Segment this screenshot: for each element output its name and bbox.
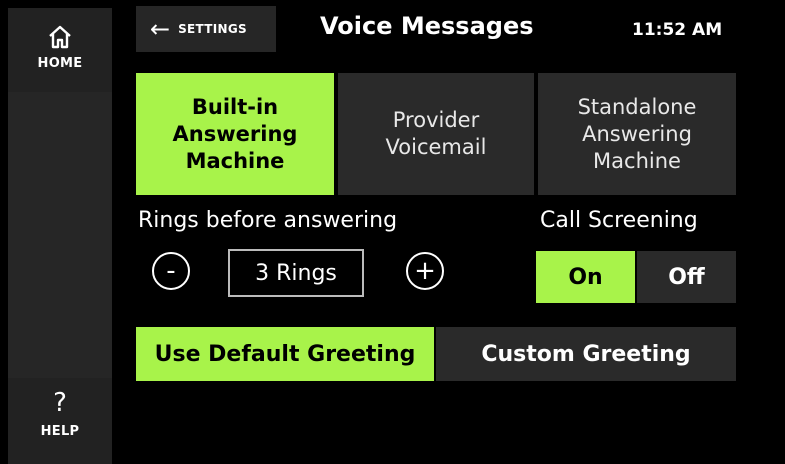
back-arrow-icon: ←	[150, 15, 171, 43]
back-to-settings-button[interactable]: ← SETTINGS	[136, 6, 276, 52]
back-label: SETTINGS	[178, 22, 247, 36]
rings-value: 3 Rings	[228, 249, 364, 297]
home-button[interactable]: HOME	[8, 8, 112, 92]
mode-built-in-answering-machine[interactable]: Built-in Answering Machine	[136, 73, 334, 195]
help-icon: ?	[53, 388, 67, 418]
page-title: Voice Messages	[320, 12, 534, 40]
mode-label: Standalone Answering Machine	[577, 94, 697, 173]
decrement-rings-button[interactable]: -	[152, 252, 190, 290]
home-label: HOME	[37, 56, 83, 71]
rings-value-text: 3 Rings	[255, 260, 337, 286]
custom-greeting-button[interactable]: Custom Greeting	[436, 327, 736, 381]
off-label: Off	[668, 264, 705, 290]
mode-label: Built-in Answering Machine	[172, 94, 298, 173]
sidebar-spacer	[8, 92, 112, 378]
on-label: On	[568, 264, 603, 290]
call-screening-label: Call Screening	[540, 208, 698, 233]
rings-label: Rings before answering	[138, 208, 398, 233]
minus-icon: -	[166, 256, 176, 286]
greeting-label: Custom Greeting	[481, 341, 691, 367]
increment-rings-button[interactable]: +	[406, 252, 444, 290]
home-icon	[49, 25, 71, 49]
mode-provider-voicemail[interactable]: Provider Voicemail	[338, 73, 534, 195]
mode-label: Provider Voicemail	[385, 108, 487, 159]
greeting-label: Use Default Greeting	[154, 341, 416, 367]
use-default-greeting-button[interactable]: Use Default Greeting	[136, 327, 434, 381]
sidebar: HOME ? HELP	[0, 0, 112, 464]
plus-icon: +	[414, 256, 436, 286]
clock: 11:52 AM	[632, 20, 723, 40]
mode-standalone-answering-machine[interactable]: Standalone Answering Machine	[538, 73, 736, 195]
call-screening-on-button[interactable]: On	[536, 251, 635, 303]
help-button[interactable]: ? HELP	[8, 378, 112, 464]
help-label: HELP	[40, 424, 80, 439]
call-screening-off-button[interactable]: Off	[637, 251, 736, 303]
